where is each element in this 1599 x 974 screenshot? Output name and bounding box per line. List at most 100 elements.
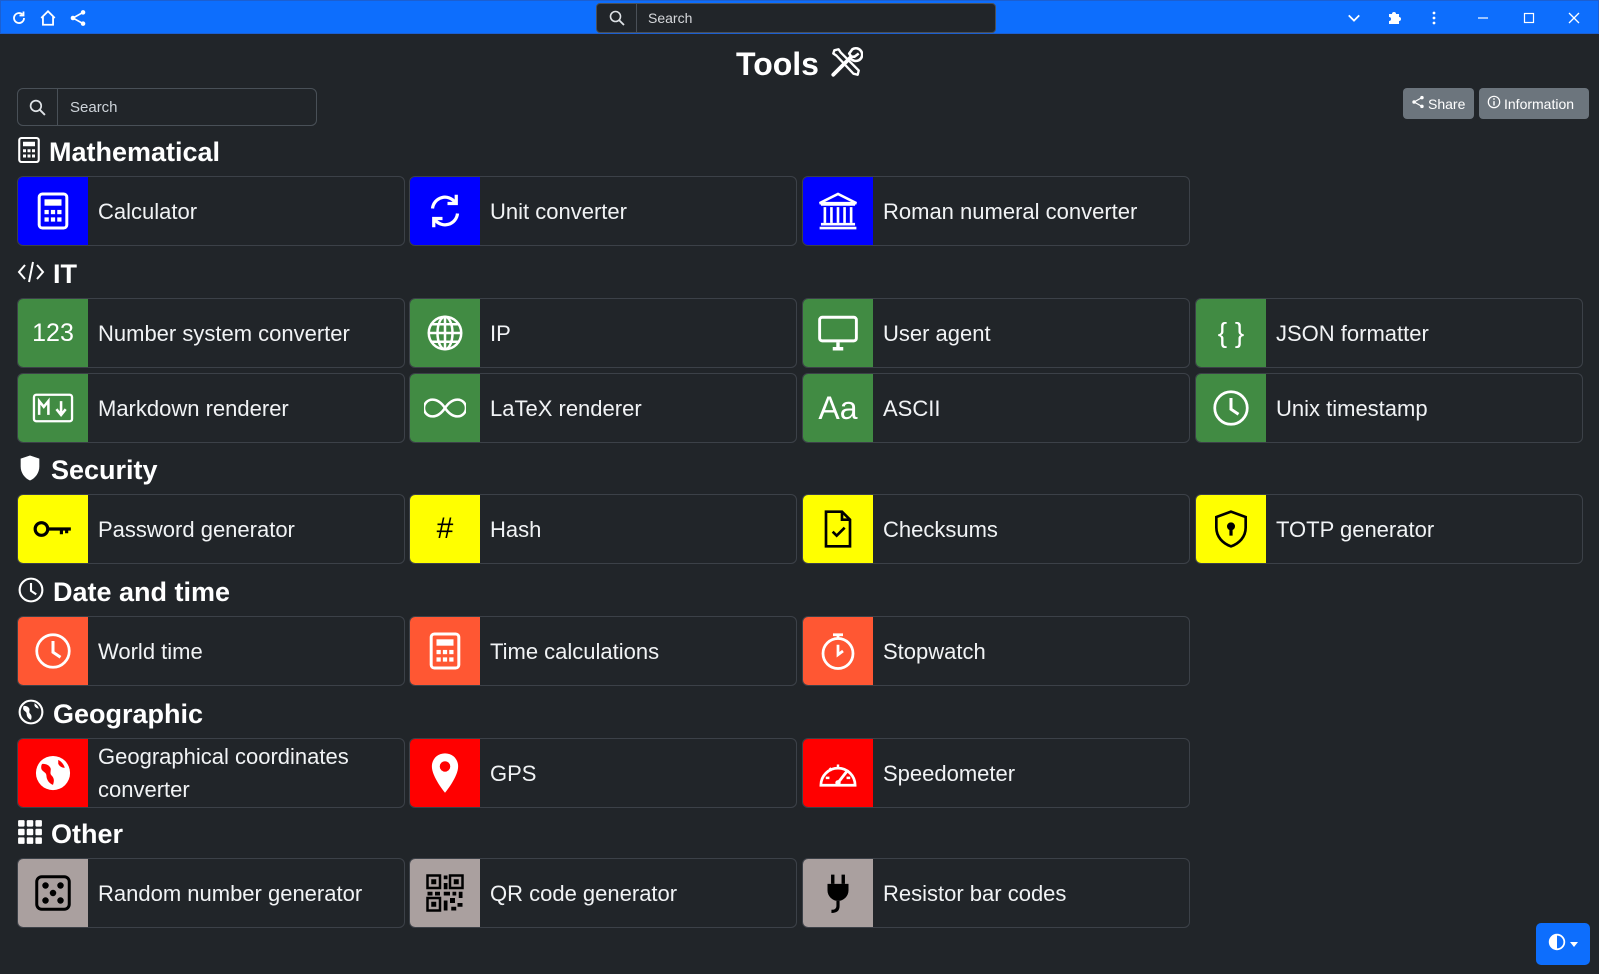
markdown-icon (18, 374, 88, 442)
calculator-icon (18, 177, 88, 245)
section-label: IT (53, 258, 77, 289)
tools-icon (829, 45, 864, 84)
tool-card-speedometer[interactable]: Speedometer (802, 738, 1190, 808)
tool-card-label: Markdown renderer (98, 395, 289, 421)
tool-card-label: Unix timestamp (1276, 395, 1428, 421)
shield-lock-icon (1196, 495, 1266, 563)
tool-card-label: Stopwatch (883, 638, 986, 664)
section-label: Other (51, 818, 124, 849)
share-icon[interactable] (68, 8, 88, 28)
section-geographic: Geographic (17, 696, 203, 732)
search-placeholder: Search (70, 98, 118, 116)
share-label: Share (1428, 95, 1466, 112)
maximize-icon[interactable] (1519, 8, 1539, 28)
tool-card-world-time[interactable]: World time (17, 616, 405, 686)
braces-icon: { } (1196, 299, 1266, 367)
tool-card-checksums[interactable]: Checksums (802, 494, 1190, 564)
code-slash-icon (17, 259, 45, 290)
tool-card-label: Unit converter (490, 198, 627, 224)
tool-card-label: Time calculations (490, 638, 660, 664)
tool-card-qr-code-generator[interactable]: QR code generator (409, 858, 797, 928)
section-it: IT (17, 256, 77, 292)
section-label: Geographic (53, 698, 204, 729)
tool-card-time-calculations[interactable]: Time calculations (409, 616, 797, 686)
tool-card-password-generator[interactable]: Password generator (17, 494, 405, 564)
stopwatch-icon (803, 617, 873, 685)
tool-card-roman-numeral-converter[interactable]: Roman numeral converter (802, 176, 1190, 246)
close-icon[interactable] (1564, 8, 1584, 28)
tools-search-input[interactable]: Search (17, 88, 317, 126)
123-icon: 123 (18, 299, 88, 367)
tool-card-unit-converter[interactable]: Unit converter (409, 176, 797, 246)
tool-card-resistor-bar-codes[interactable]: Resistor bar codes (802, 858, 1190, 928)
tool-card-user-agent[interactable]: User agent (802, 298, 1190, 368)
tool-card-label: GPS (490, 760, 537, 786)
tool-card-latex-renderer[interactable]: LaTeX renderer (409, 373, 797, 443)
grid-icon (17, 819, 43, 850)
theme-toggle-button[interactable] (1536, 923, 1590, 965)
chevron-down-icon[interactable] (1344, 8, 1364, 28)
tool-card-label: Speedometer (883, 760, 1016, 786)
tool-card-ascii[interactable]: Aa ASCII (802, 373, 1190, 443)
section-security: Security (17, 452, 158, 488)
browser-search-bar[interactable]: Search (596, 3, 996, 33)
tool-card-label: Random number generator (98, 880, 363, 906)
information-label: Information (1504, 95, 1575, 112)
home-icon[interactable] (38, 8, 58, 28)
tool-card-json-formatter[interactable]: { } JSON formatter (1195, 298, 1583, 368)
tool-card-number-system-converter[interactable]: 123 Number system converter (17, 298, 405, 368)
clock-icon (18, 617, 88, 685)
section-mathematical: Mathematical (17, 134, 220, 170)
section-date-and-time: Date and time (17, 574, 230, 610)
tool-card-calculator[interactable]: Calculator (17, 176, 405, 246)
tool-card-label: QR code generator (490, 880, 678, 906)
puzzle-icon[interactable] (1384, 8, 1404, 28)
monitor-icon (803, 299, 873, 367)
tool-card-totp-generator[interactable]: TOTP generator (1195, 494, 1583, 564)
tool-card-label: ASCII (883, 395, 941, 421)
tool-card-label: Hash (490, 516, 542, 542)
caret-down-icon (1570, 935, 1578, 953)
infinity-icon (410, 374, 480, 442)
tool-card-stopwatch[interactable]: Stopwatch (802, 616, 1190, 686)
tool-card-hash[interactable]: # Hash (409, 494, 797, 564)
kebab-menu-icon[interactable] (1424, 8, 1444, 28)
share-icon (1411, 95, 1425, 112)
tool-card-label: Checksums (883, 516, 998, 542)
tool-card-label: LaTeX renderer (490, 395, 642, 421)
information-button[interactable]: Information (1479, 88, 1589, 119)
info-circle-icon (1487, 95, 1501, 112)
section-other: Other (17, 816, 123, 852)
minimize-icon[interactable] (1473, 8, 1493, 28)
speedometer-icon (803, 739, 873, 807)
tool-card-label: Number system converter (98, 320, 350, 346)
dice-icon (18, 859, 88, 927)
reload-icon[interactable] (9, 8, 29, 28)
qr-code-icon (410, 859, 480, 927)
circle-half-icon (1548, 933, 1566, 956)
browser-search-placeholder: Search (648, 10, 693, 26)
search-icon (597, 4, 637, 32)
page-title: Tools (736, 45, 819, 82)
tool-card-unix-timestamp[interactable]: Unix timestamp (1195, 373, 1583, 443)
globe-americas-icon (18, 739, 88, 807)
tool-card-markdown-renderer[interactable]: Markdown renderer (17, 373, 405, 443)
tool-card-label: Calculator (98, 198, 198, 224)
tool-card-random-number-generator[interactable]: Random number generator (17, 858, 405, 928)
calculator-icon (17, 136, 41, 169)
tool-card-label: World time (98, 638, 203, 664)
tool-card-label: Resistor bar codes (883, 880, 1067, 906)
clock-icon (17, 576, 45, 609)
tool-card-ip[interactable]: IP (409, 298, 797, 368)
tool-card-label: Geographical coordinates converter (98, 744, 349, 802)
file-check-icon (803, 495, 873, 563)
tool-card-label: Password generator (98, 516, 295, 542)
search-icon (18, 89, 58, 125)
fonts-icon: Aa (803, 374, 873, 442)
tool-card-gps[interactable]: GPS (409, 738, 797, 808)
tool-card-geographical-coordinates-converter[interactable]: Geographical coordinates converter (17, 738, 405, 808)
plug-icon (803, 859, 873, 927)
share-button[interactable]: Share (1403, 88, 1474, 119)
section-label: Mathematical (49, 136, 221, 167)
clock-icon (1196, 374, 1266, 442)
